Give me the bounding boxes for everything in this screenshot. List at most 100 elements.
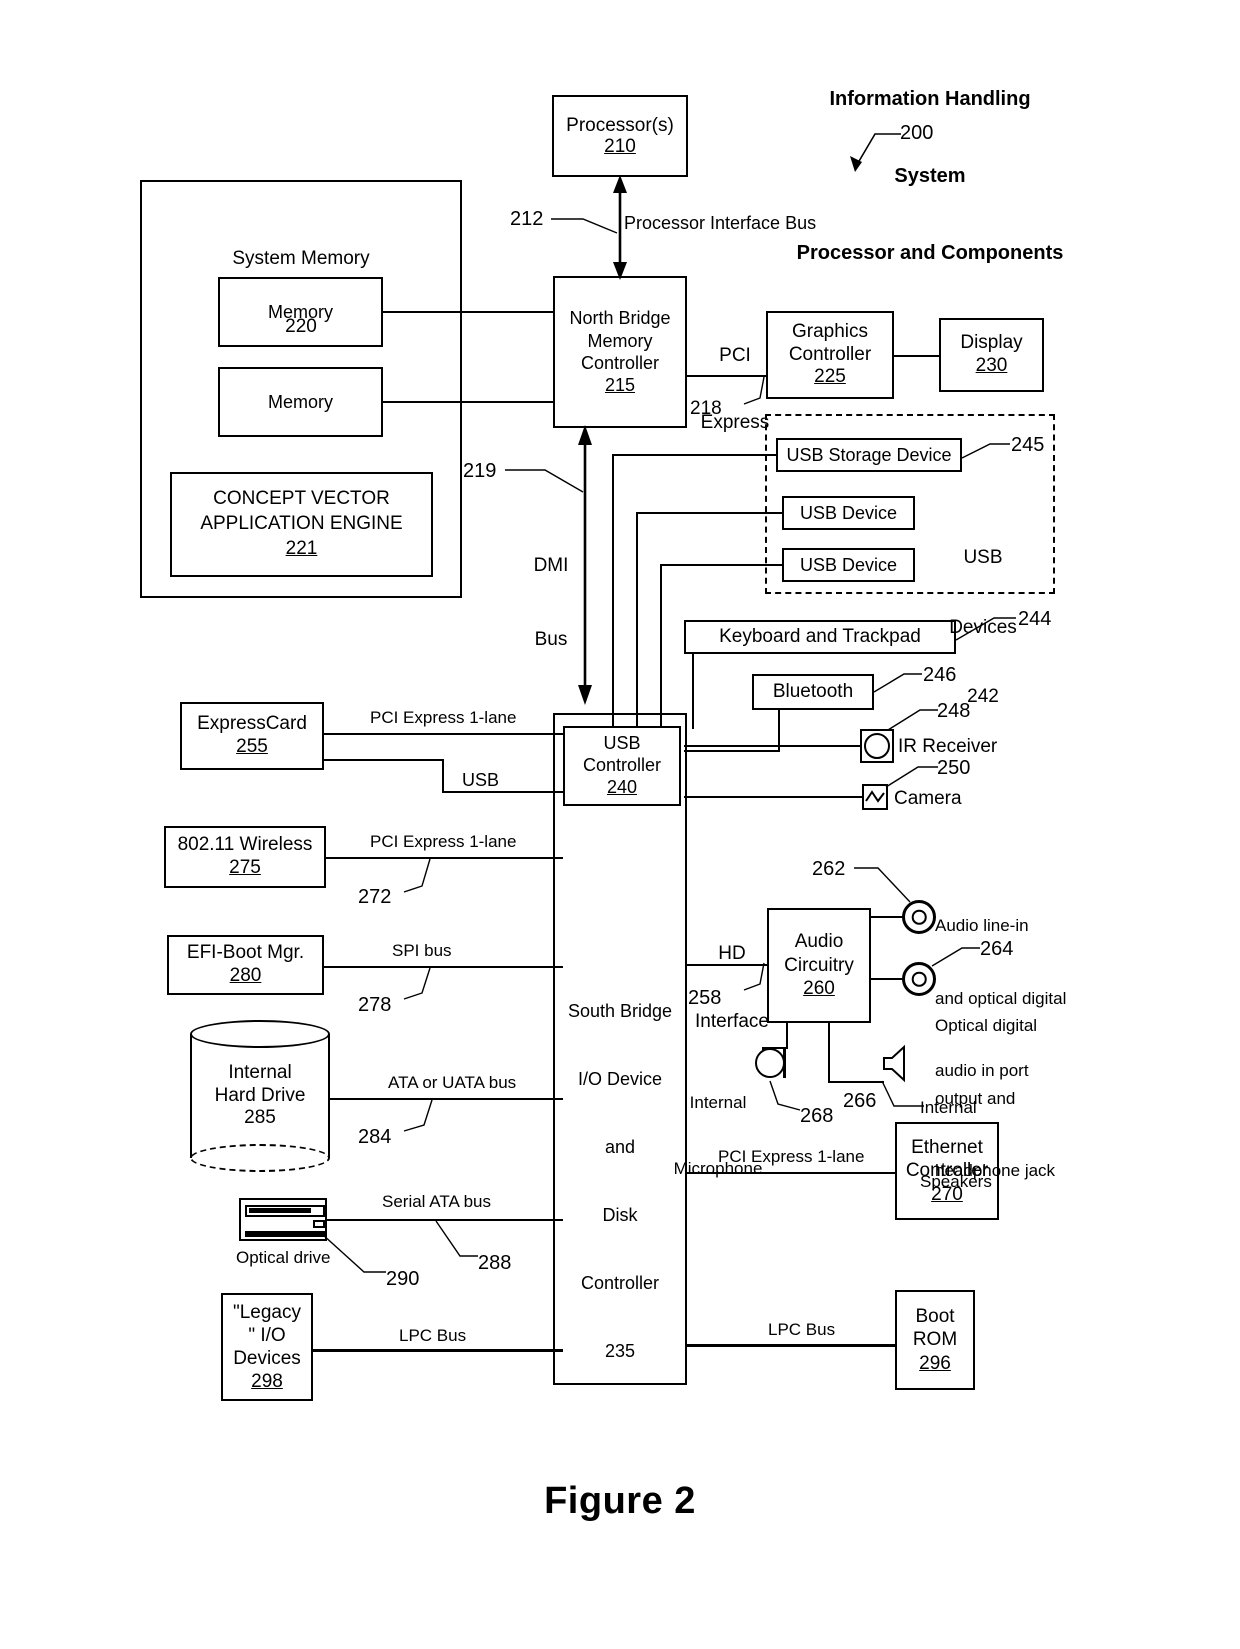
ref-290: 290 (386, 1268, 420, 1290)
ref-264: 264 (980, 938, 1014, 960)
keyboard-trackpad-name: Keyboard and Trackpad (719, 626, 921, 648)
block-expresscard[interactable]: ExpressCard 255 (180, 702, 324, 770)
wire-memory2-northbridge (383, 401, 553, 403)
optical-digital-out-line-1: Optical digital (935, 1016, 1038, 1036)
wire-mic-v (786, 1023, 788, 1049)
bus-label-pcie-expresscard: PCI Express 1-lane (370, 708, 517, 727)
concept-vector-line-1: CONCEPT VECTOR (213, 488, 390, 510)
audio-circuitry-line-2: Circuitry (784, 954, 854, 976)
audio-line-in-jack-icon (902, 900, 936, 934)
block-graphics-controller[interactable]: Graphics Controller 225 (766, 311, 894, 399)
efi-boot-mgr-name: EFI-Boot Mgr. (186, 942, 305, 964)
leader-212 (549, 215, 621, 237)
block-system-memory-name: System Memory (232, 247, 370, 269)
wire-harddrive-ata (330, 1098, 563, 1100)
block-keyboard-and-trackpad[interactable]: Keyboard and Trackpad (684, 620, 956, 654)
bus-label-pcie-wireless: PCI Express 1-lane (370, 832, 517, 851)
block-display[interactable]: Display 230 (939, 318, 1044, 392)
block-wireless[interactable]: 802.11 Wireless 275 (164, 826, 326, 888)
internal-microphone-label: Internal Microphone (672, 1048, 764, 1225)
block-audio-circuitry[interactable]: Audio Circuitry 260 (767, 908, 871, 1023)
ref-288: 288 (478, 1252, 512, 1274)
wire-expresscard-usb-h1 (324, 759, 444, 761)
leader-250 (884, 763, 942, 791)
camera-icon-frame (862, 784, 888, 810)
block-legacy-io-devices[interactable]: "Legacy " I/O Devices 298 (221, 1293, 313, 1401)
dmi-bus-line-1: DMI (533, 555, 569, 577)
block-usb-storage-device[interactable]: USB Storage Device (776, 438, 962, 472)
concept-vector-line-2: APPLICATION ENGINE (200, 513, 403, 535)
block-memory-2-name: Memory (267, 391, 333, 412)
wireless-ref: 275 (229, 857, 261, 878)
wire-usbdev1-h (636, 512, 784, 514)
wireless-name: 802.11 Wireless (177, 834, 313, 856)
ref-268: 268 (800, 1105, 834, 1127)
efi-boot-mgr-ref: 280 (229, 965, 262, 986)
hard-drive-line-2: Hard Drive (214, 1084, 306, 1106)
ir-receiver-label: IR Receiver (898, 736, 998, 757)
internal-speakers-label: Internal Speakers (920, 1047, 992, 1244)
optical-drive-slot-fill (249, 1208, 311, 1213)
ref-244: 244 (1018, 608, 1052, 630)
dmi-bus-line-2: Bus (534, 629, 568, 651)
ir-receiver-icon (864, 733, 890, 759)
usb-controller-ref: 240 (606, 776, 638, 797)
south-bridge-line-1: South Bridge (567, 1001, 673, 1022)
north-bridge-line-1: North Bridge (569, 308, 671, 329)
block-processor[interactable]: Processor(s) 210 (552, 95, 688, 177)
boot-rom-line-2: ROM (912, 1329, 958, 1351)
usb-devices-line-1: USB (963, 547, 1003, 569)
wire-expresscard-pcie (324, 733, 563, 735)
block-north-bridge-memory-controller[interactable]: North Bridge Memory Controller 215 (553, 276, 687, 428)
usb-device-2-name: USB Device (799, 554, 898, 575)
wire-expresscard-usb-h2 (442, 791, 563, 793)
figure-title-line-1: Information Handling (829, 88, 1031, 111)
expresscard-name: ExpressCard (197, 713, 307, 735)
usb-controller-line-1: USB (603, 733, 641, 754)
north-bridge-ref: 215 (604, 375, 636, 396)
optical-drive-icon (239, 1198, 327, 1241)
block-system-memory-ref: 220 (285, 315, 317, 337)
block-efi-boot-mgr[interactable]: EFI-Boot Mgr. 280 (167, 935, 324, 995)
ref-212: 212 (510, 208, 544, 230)
legacy-io-line-1: "Legacy (232, 1301, 301, 1323)
wire-camera-h (684, 796, 862, 798)
audio-circuitry-ref: 260 (803, 978, 835, 1000)
leader-272 (400, 858, 440, 898)
wire-usbstorage-v (612, 454, 614, 729)
figure-title: Information Handling System Processor an… (730, 36, 1130, 318)
bus-label-lpc-right: LPC Bus (768, 1320, 836, 1339)
expresscard-ref: 255 (236, 736, 268, 757)
leader-219 (503, 466, 587, 498)
leader-288 (434, 1220, 480, 1264)
leader-290 (320, 1232, 390, 1280)
wire-bootrom-lpc (687, 1344, 895, 1347)
block-internal-hard-drive[interactable]: Internal Hard Drive 285 (190, 1020, 330, 1172)
block-processor-ref: 210 (604, 136, 636, 157)
internal-speakers-icon (882, 1044, 918, 1084)
bluetooth-name: Bluetooth (772, 681, 854, 703)
block-usb-controller[interactable]: USB Controller 240 (563, 726, 681, 806)
wire-legacy-lpc (313, 1349, 563, 1352)
wire-wireless-pcie (326, 857, 563, 859)
graphics-controller-ref: 225 (814, 366, 846, 388)
wire-graphics-display (894, 355, 939, 357)
wire-speaker-v (828, 1023, 830, 1083)
graphics-controller-line-1: Graphics (791, 320, 869, 342)
camera-label: Camera (894, 788, 962, 809)
ref-258: 258 (688, 987, 722, 1009)
block-usb-device-2[interactable]: USB Device (782, 548, 915, 582)
block-processor-name: Processor(s) (566, 114, 674, 136)
display-ref: 230 (975, 355, 1008, 376)
north-bridge-line-2: Memory (587, 330, 653, 351)
block-boot-rom[interactable]: Boot ROM 296 (895, 1290, 975, 1390)
display-name: Display (960, 332, 1023, 354)
block-usb-device-1[interactable]: USB Device (782, 496, 915, 530)
block-concept-vector-application-engine[interactable]: CONCEPT VECTOR APPLICATION ENGINE 221 (170, 472, 433, 577)
hd-interface-line-1: HD (718, 942, 746, 964)
south-bridge-ref: 235 (604, 1341, 636, 1362)
block-bluetooth[interactable]: Bluetooth (752, 674, 874, 710)
wire-bluetooth-h (684, 750, 780, 752)
optical-digital-out-jack-icon (902, 962, 936, 996)
boot-rom-line-1: Boot (915, 1306, 955, 1328)
